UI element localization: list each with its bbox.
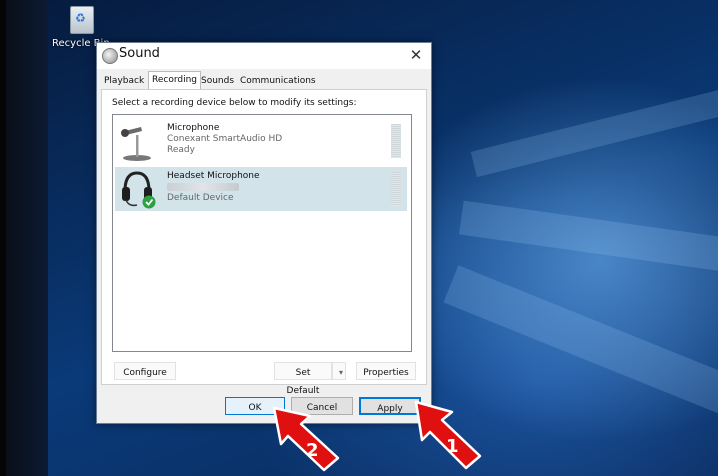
device-name: Headset Microphone — [167, 171, 260, 181]
title-bar[interactable]: Sound ✕ — [97, 43, 431, 69]
sound-dialog: Sound ✕ Playback Recording Sounds Commun… — [96, 42, 432, 424]
set-default-button[interactable]: Set Default — [274, 362, 332, 396]
annotation-number: 2 — [306, 440, 319, 461]
device-item-microphone[interactable]: Microphone Conexant SmartAudio HD Ready — [115, 119, 407, 163]
tab-playback[interactable]: Playback — [104, 73, 144, 89]
red-arrow-icon — [272, 406, 340, 472]
redacted-driver-name — [167, 183, 239, 191]
properties-button[interactable]: Properties — [356, 362, 416, 380]
screen-edge — [6, 0, 48, 476]
instruction-text: Select a recording device below to modif… — [112, 98, 357, 108]
device-status: Default Device — [167, 193, 234, 203]
device-name: Microphone — [167, 123, 220, 133]
level-meter — [391, 172, 401, 206]
level-meter — [391, 124, 401, 158]
set-default-dropdown-arrow[interactable]: ▾ — [332, 362, 346, 380]
close-button[interactable]: ✕ — [407, 45, 425, 65]
light-beam — [458, 200, 718, 274]
configure-button[interactable]: Configure — [114, 362, 176, 380]
dialog-title: Sound — [119, 46, 160, 61]
device-item-headset-microphone[interactable]: Headset Microphone Default Device — [115, 167, 407, 211]
red-arrow-icon — [414, 400, 482, 470]
recording-panel: Select a recording device below to modif… — [101, 89, 427, 396]
default-check-icon — [142, 195, 156, 209]
light-beam — [470, 88, 718, 178]
tab-sounds[interactable]: Sounds — [201, 73, 234, 89]
device-list[interactable]: Microphone Conexant SmartAudio HD Ready … — [112, 114, 412, 352]
microphone-icon — [121, 127, 151, 161]
tab-recording[interactable]: Recording — [148, 71, 202, 90]
recycle-bin-icon — [70, 6, 94, 34]
light-beam — [443, 265, 718, 415]
device-status: Ready — [167, 145, 195, 155]
tab-communications[interactable]: Communications — [240, 73, 316, 89]
headset-icon — [122, 171, 156, 209]
device-driver: Conexant SmartAudio HD — [167, 134, 283, 144]
annotation-number: 1 — [446, 436, 459, 457]
speaker-icon — [102, 48, 118, 64]
